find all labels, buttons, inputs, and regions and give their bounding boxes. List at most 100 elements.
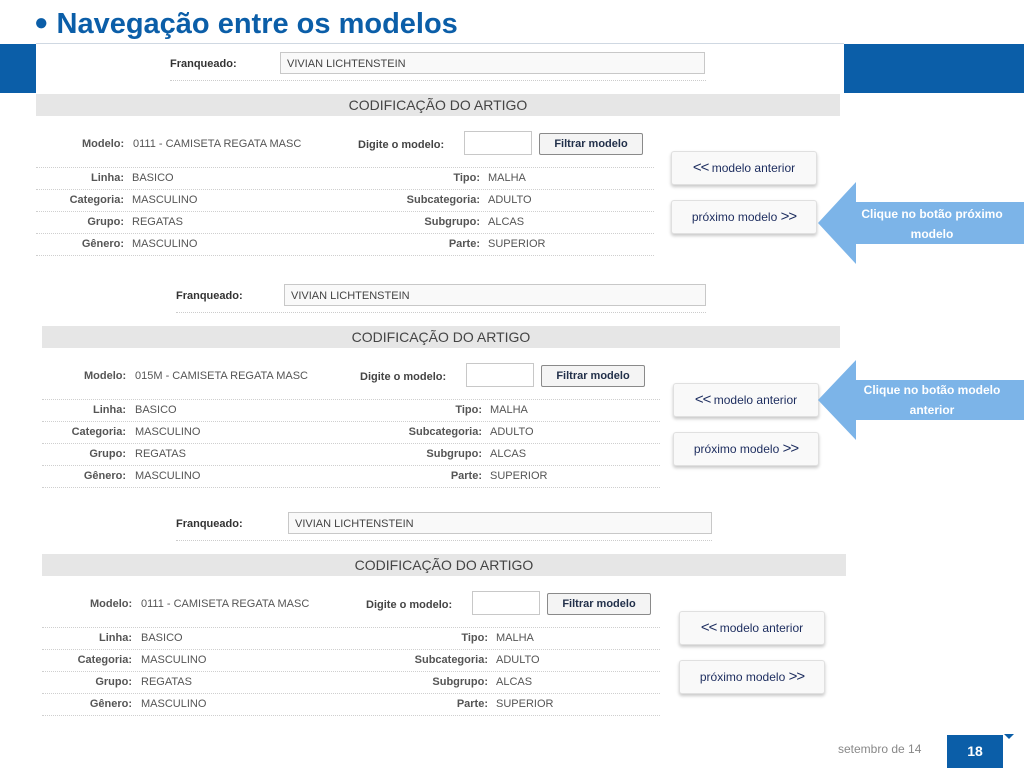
slide-title-text: Navegação entre os modelos: [56, 8, 458, 40]
franqueado-label: Franqueado:: [176, 518, 243, 530]
field-label: Gênero:: [83, 470, 126, 482]
franqueado-field[interactable]: VIVIAN LICHTENSTEIN: [280, 52, 705, 74]
field-value: ADULTO: [490, 426, 534, 438]
callout-proximo: Clique no botão próximo modelo: [818, 182, 1024, 264]
modelo-anterior-button[interactable]: << modelo anterior: [671, 151, 817, 185]
field-value: ALCAS: [488, 216, 525, 228]
section-title-bar: CODIFICAÇÃO DO ARTIGO: [42, 554, 846, 576]
table-end-rule: [42, 487, 660, 488]
modelo-label: Modelo:: [84, 370, 127, 382]
table-row: Grupo: REGATAS Subgrupo: ALCAS: [36, 211, 654, 234]
field-label: Parte:: [448, 238, 480, 250]
modelo-label: Modelo:: [90, 598, 133, 610]
table-end-rule: [42, 715, 660, 716]
franqueado-field[interactable]: VIVIAN LICHTENSTEIN: [288, 512, 712, 534]
digite-modelo-input[interactable]: [472, 591, 540, 615]
table-row: Gênero: MASCULINO Parte: SUPERIOR: [42, 693, 660, 716]
digite-modelo-input[interactable]: [464, 131, 532, 155]
proximo-modelo-button[interactable]: próximo modelo >>: [679, 660, 825, 694]
field-value: MALHA: [496, 632, 534, 644]
field-label: Linha:: [99, 632, 132, 644]
modelo-value: 0111 - CAMISETA REGATA MASC: [141, 598, 310, 610]
field-value: SUPERIOR: [496, 698, 554, 710]
field-label: Grupo:: [89, 448, 126, 460]
field-label: Subgrupo:: [432, 676, 488, 688]
field-label: Gênero:: [81, 238, 124, 250]
field-value: ALCAS: [496, 676, 533, 688]
modelo-anterior-button[interactable]: << modelo anterior: [679, 611, 825, 645]
franqueado-field[interactable]: VIVIAN LICHTENSTEIN: [284, 284, 706, 306]
modelo-anterior-label: modelo anterior: [719, 621, 804, 635]
field-label: Categoria:: [69, 194, 124, 206]
franqueado-label: Franqueado:: [176, 290, 243, 302]
field-label: Subcategoria:: [408, 426, 482, 438]
filtrar-modelo-button[interactable]: Filtrar modelo: [547, 593, 651, 615]
field-label: Parte:: [456, 698, 488, 710]
franqueado-label: Franqueado:: [170, 58, 237, 70]
field-label: Categoria:: [77, 654, 132, 666]
proximo-modelo-button[interactable]: próximo modelo >>: [673, 432, 819, 466]
bullet-icon: ●: [34, 9, 49, 36]
field-label: Gênero:: [89, 698, 132, 710]
field-value: ALCAS: [490, 448, 527, 460]
table-row: Linha: BASICO Tipo: MALHA: [36, 167, 654, 190]
header-band-right: [844, 44, 1024, 93]
title-rule: [36, 43, 844, 44]
callout-anterior-text: Clique no botão modelo anterior: [863, 383, 1001, 417]
modelo-anterior-label: modelo anterior: [711, 161, 796, 175]
table-row: Linha: BASICO Tipo: MALHA: [42, 627, 660, 650]
proximo-modelo-label: próximo modelo: [693, 442, 780, 456]
franqueado-underline: [170, 80, 706, 81]
model-panel-1: Franqueado: VIVIAN LICHTENSTEIN CODIFICA…: [36, 50, 840, 260]
field-value: MASCULINO: [135, 470, 201, 482]
field-value: SUPERIOR: [490, 470, 548, 482]
model-panel-2: Franqueado: VIVIAN LICHTENSTEIN CODIFICA…: [42, 282, 846, 492]
modelo-value: 015M - CAMISETA REGATA MASC: [135, 370, 308, 382]
table-row: Categoria: MASCULINO Subcategoria: ADULT…: [42, 421, 660, 444]
field-label: Subcategoria:: [406, 194, 480, 206]
proximo-modelo-label: próximo modelo: [699, 670, 786, 684]
modelo-label: Modelo:: [82, 138, 125, 150]
double-right-arrow-icon: >>: [782, 440, 800, 457]
proximo-modelo-label: próximo modelo: [691, 210, 778, 224]
page-number: 18: [967, 743, 983, 759]
table-row: Categoria: MASCULINO Subcategoria: ADULT…: [36, 189, 654, 212]
field-value: BASICO: [141, 632, 183, 644]
franqueado-underline: [176, 540, 712, 541]
field-label: Parte:: [450, 470, 482, 482]
digite-modelo-label: Digite o modelo:: [360, 371, 447, 383]
field-value: REGATAS: [135, 448, 186, 460]
field-value: MASCULINO: [141, 654, 207, 666]
footer-date: setembro de 14: [838, 742, 922, 756]
field-value: MASCULINO: [132, 194, 198, 206]
double-left-arrow-icon: <<: [700, 619, 718, 636]
table-end-rule: [36, 255, 654, 256]
franqueado-underline: [176, 312, 706, 313]
double-left-arrow-icon: <<: [694, 391, 712, 408]
filtrar-modelo-button[interactable]: Filtrar modelo: [541, 365, 645, 387]
section-title-bar: CODIFICAÇÃO DO ARTIGO: [42, 326, 840, 348]
field-value: BASICO: [135, 404, 177, 416]
double-right-arrow-icon: >>: [780, 208, 798, 225]
callout-anterior: Clique no botão modelo anterior: [818, 360, 1024, 440]
field-value: MASCULINO: [135, 426, 201, 438]
field-label: Linha:: [93, 404, 126, 416]
model-panel-3: Franqueado: VIVIAN LICHTENSTEIN CODIFICA…: [42, 510, 846, 720]
digite-modelo-label: Digite o modelo:: [358, 139, 445, 151]
field-value: MASCULINO: [132, 238, 198, 250]
field-value: REGATAS: [132, 216, 183, 228]
digite-modelo-label: Digite o modelo:: [366, 599, 453, 611]
field-value: REGATAS: [141, 676, 192, 688]
field-value: BASICO: [132, 172, 174, 184]
digite-modelo-input[interactable]: [466, 363, 534, 387]
field-value: MALHA: [490, 404, 528, 416]
proximo-modelo-button[interactable]: próximo modelo >>: [671, 200, 817, 234]
modelo-anterior-button[interactable]: << modelo anterior: [673, 383, 819, 417]
field-label: Subcategoria:: [414, 654, 488, 666]
table-row: Linha: BASICO Tipo: MALHA: [42, 399, 660, 422]
field-value: SUPERIOR: [488, 238, 546, 250]
section-title-bar: CODIFICAÇÃO DO ARTIGO: [36, 94, 840, 116]
field-label: Tipo:: [455, 404, 482, 416]
filtrar-modelo-button[interactable]: Filtrar modelo: [539, 133, 643, 155]
page-notch-icon: [1004, 734, 1014, 739]
